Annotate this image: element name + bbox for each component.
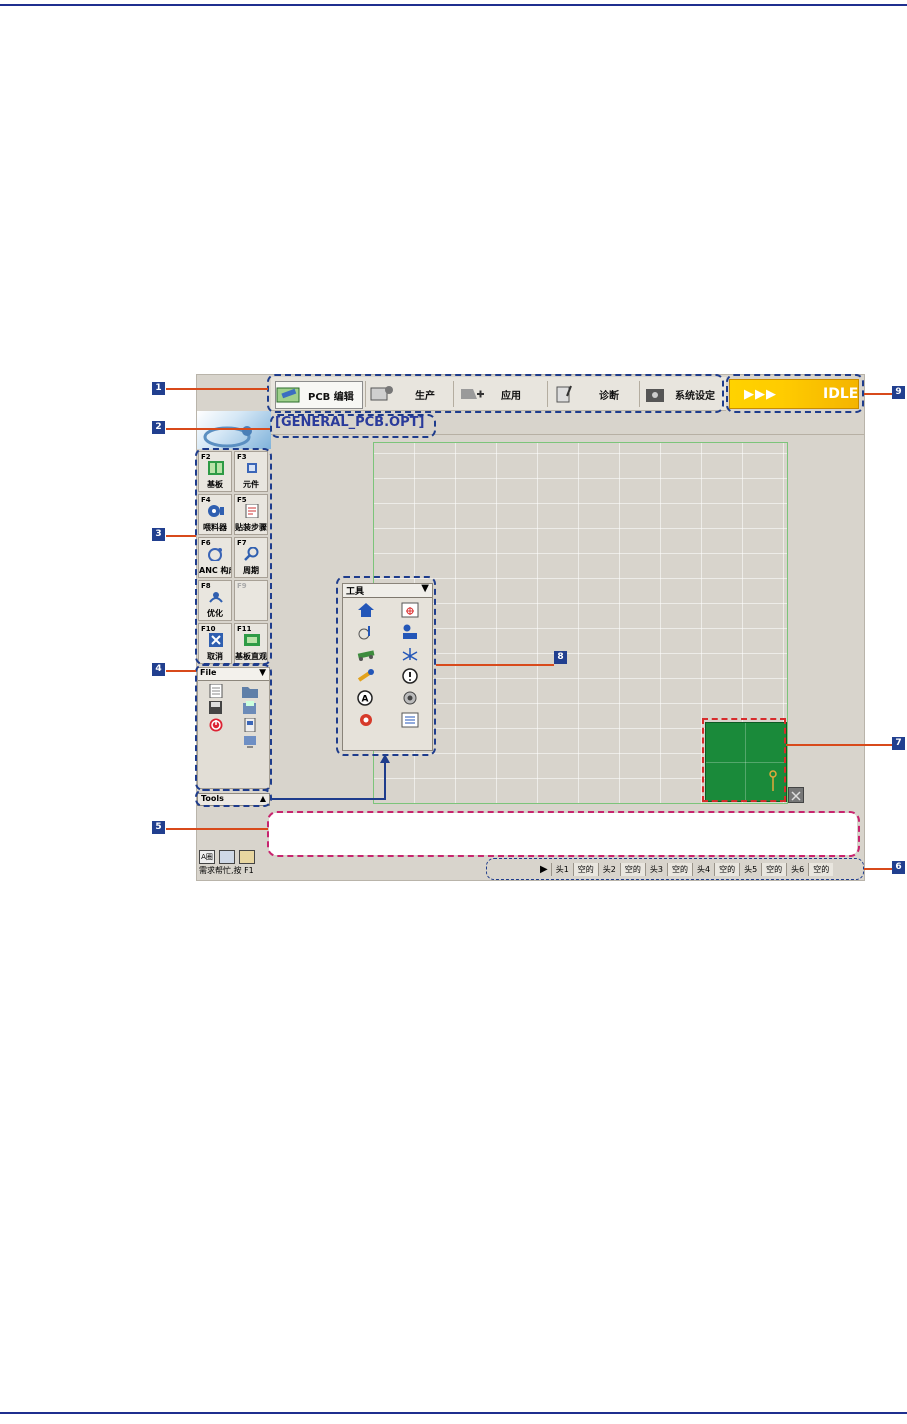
tools-connector-arrow [380,754,390,763]
annotation-frame-8 [336,576,436,756]
text-mode-icon[interactable]: A圈 [199,850,215,864]
callout-line-5 [166,828,268,830]
callout-line-9 [864,393,892,395]
refresh-icon[interactable] [239,850,255,864]
callout-badge-1: 1 [152,382,165,395]
callout-badge-4: 4 [152,663,165,676]
tools-connector [272,798,386,800]
callout-line-3 [166,535,196,537]
annotation-frame-5 [267,811,860,857]
annotation-frame-tools [195,789,272,807]
printer-icon[interactable] [219,850,235,864]
annotation-frame-4 [195,664,272,791]
annotation-frame-1 [267,374,724,413]
page-top-rule [0,4,907,6]
annotation-frame-2 [270,414,436,438]
annotation-frame-3 [195,448,272,665]
callout-badge-8: 8 [554,651,567,664]
callout-line-7 [786,744,892,746]
annotation-frame-6 [486,858,864,880]
help-hint: 需求帮忙,按 F1 [199,866,254,875]
annotation-frame-9 [726,374,864,413]
callout-line-2 [166,428,270,430]
callout-badge-7: 7 [892,737,905,750]
bottom-toolbar: A圈 [197,850,255,864]
callout-line-4 [166,670,196,672]
annotation-frame-7 [702,718,786,802]
tools-connector [384,762,386,800]
machine-ui-screenshot: PCB 编辑 生产 应用 诊断 系统设定 ▶▶▶ IDLE [GENERAL_P… [196,374,865,881]
callout-badge-5: 5 [152,821,165,834]
callout-line-8 [436,664,554,666]
callout-badge-2: 2 [152,421,165,434]
callout-line-1 [166,388,268,390]
logo [197,411,271,449]
close-icon[interactable] [788,787,804,803]
callout-badge-9: 9 [892,386,905,399]
callout-badge-3: 3 [152,528,165,541]
callout-line-6 [864,868,892,870]
callout-badge-6: 6 [892,861,905,874]
page-bottom-rule [0,1412,907,1414]
